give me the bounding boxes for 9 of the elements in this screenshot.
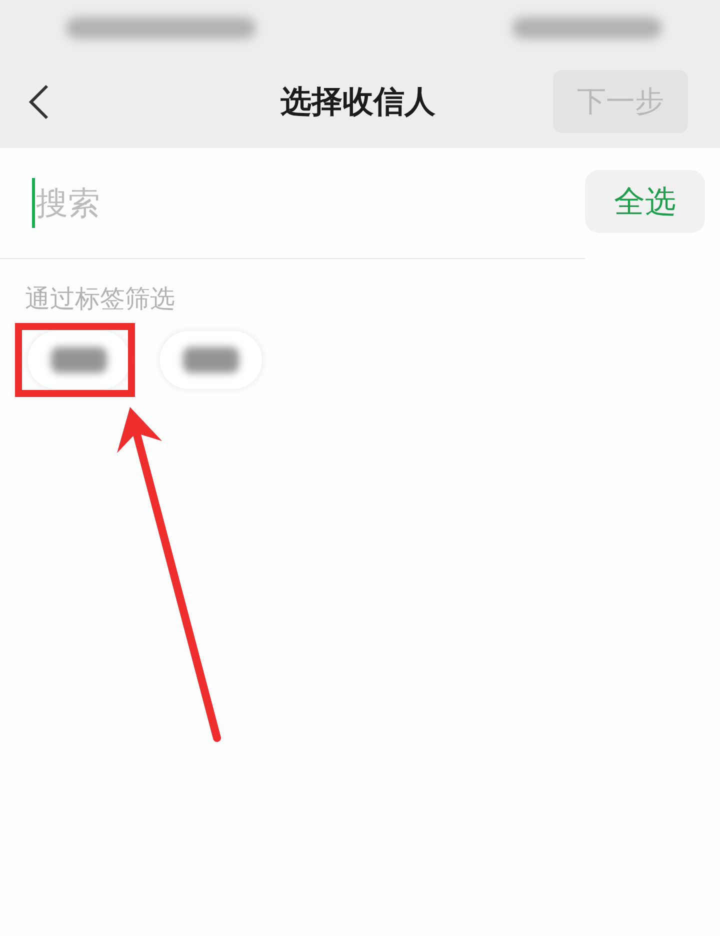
page-title: 选择收信人 xyxy=(280,82,436,122)
blurred-text-icon xyxy=(51,347,107,373)
search-field[interactable]: 搜索 xyxy=(36,175,456,231)
select-all-button[interactable]: 全选 xyxy=(585,170,705,233)
blurred-status-icon xyxy=(512,16,662,38)
tag-chip[interactable] xyxy=(28,331,130,389)
filter-by-tag-label: 通过标签筛选 xyxy=(25,283,175,315)
back-icon[interactable] xyxy=(28,84,50,120)
blurred-text-icon xyxy=(183,347,239,373)
